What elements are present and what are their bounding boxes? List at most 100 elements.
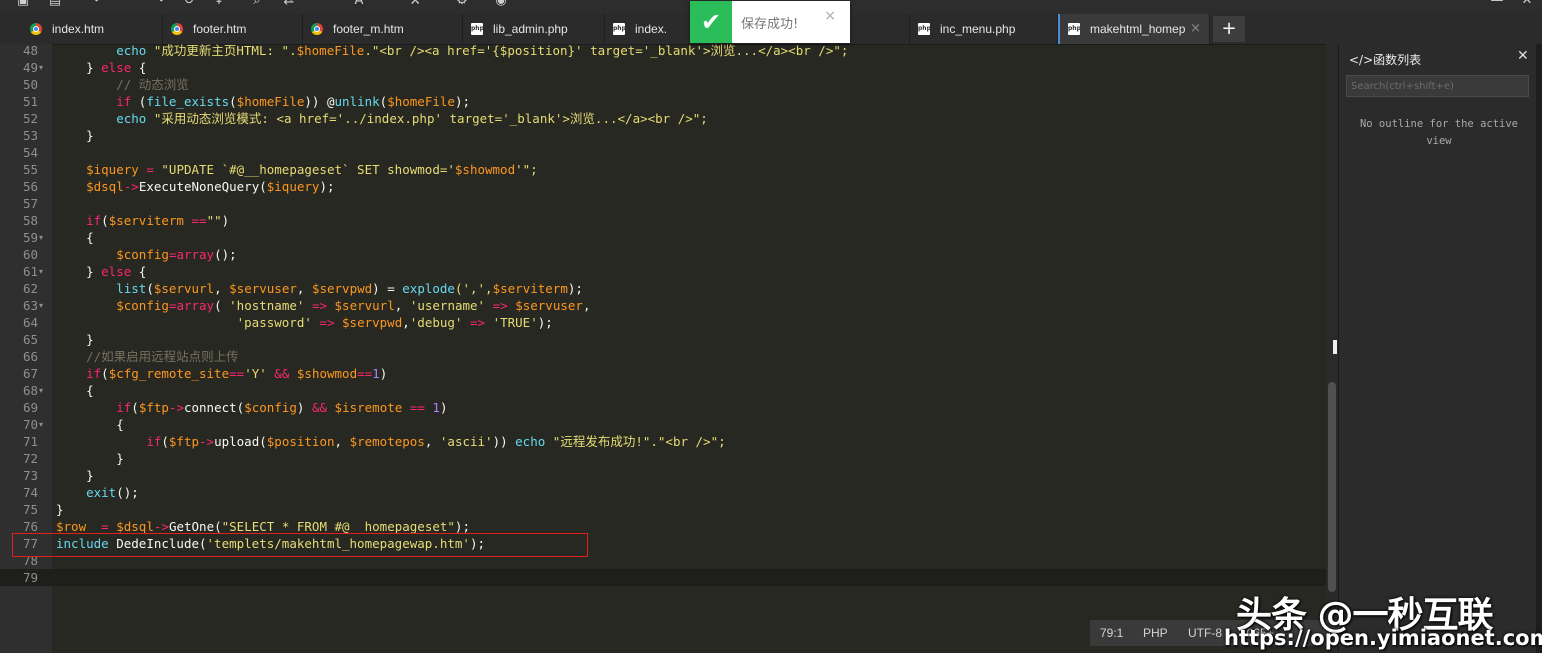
function-list-close-icon[interactable]: ✕ bbox=[1517, 48, 1529, 64]
php-icon: php bbox=[471, 23, 484, 35]
code-line[interactable]: if($serviterm =="") bbox=[56, 212, 229, 229]
code-token: $remotepos bbox=[349, 434, 425, 449]
code-token: echo bbox=[515, 434, 553, 449]
code-token: "远程发布成功!"."<br />"; bbox=[552, 434, 726, 449]
code-line[interactable]: 'password' => $servpwd,'debug' => 'TRUE'… bbox=[56, 314, 553, 331]
line-number: 57 bbox=[22, 196, 38, 211]
code-line[interactable]: if($cfg_remote_site=='Y' && $showmod==1) bbox=[56, 365, 387, 382]
cursor-position[interactable]: 79:1 bbox=[1100, 626, 1123, 640]
refresh-icon[interactable]: ↻ bbox=[182, 0, 196, 8]
code-token: $showmod bbox=[454, 162, 516, 177]
fold-toggle-icon[interactable]: ▾ bbox=[39, 229, 49, 246]
tab-lib-admin-php[interactable]: php lib_admin.php bbox=[463, 14, 605, 44]
replace-icon[interactable]: ⇄ bbox=[282, 0, 296, 8]
fold-toggle-icon[interactable]: ▾ bbox=[39, 297, 49, 314]
toast-close-icon[interactable]: × bbox=[824, 8, 836, 24]
line-number: 58 bbox=[22, 213, 38, 228]
code-line[interactable]: if($ftp->connect($config) && $isremote =… bbox=[56, 399, 447, 416]
tab-makehtml-homep[interactable]: php makehtml_homep × bbox=[1058, 14, 1210, 44]
code-token: $config bbox=[116, 247, 169, 262]
tab-close-icon[interactable]: × bbox=[1190, 21, 1201, 36]
line-number: 52 bbox=[22, 111, 38, 126]
code-token: $isremote bbox=[334, 400, 403, 415]
minimize-icon[interactable]: — bbox=[1490, 0, 1504, 8]
code-token: } bbox=[56, 502, 64, 517]
code-token: ); bbox=[537, 315, 553, 330]
tab-footer-htm[interactable]: footer.htm bbox=[163, 14, 303, 44]
code-editor[interactable]: echo "成功更新主页HTML: ".$homeFile."<br /><a … bbox=[52, 42, 1327, 653]
scrollbar-thumb[interactable] bbox=[1328, 382, 1336, 592]
undo-icon[interactable]: ↶ bbox=[92, 0, 106, 8]
code-line[interactable]: { bbox=[56, 382, 94, 399]
fold-toggle-icon[interactable]: ▾ bbox=[39, 382, 49, 399]
tab-index-htm[interactable]: index.htm bbox=[22, 14, 163, 44]
code-line[interactable]: } bbox=[56, 127, 94, 144]
code-token: else bbox=[101, 264, 132, 279]
code-token: connect( bbox=[183, 400, 245, 415]
settings-icon[interactable]: ⚙ bbox=[455, 0, 469, 8]
find-icon[interactable]: ⌕ bbox=[250, 0, 264, 8]
language-mode[interactable]: PHP bbox=[1143, 626, 1168, 640]
fold-toggle-icon[interactable]: ▾ bbox=[39, 263, 49, 280]
fold-toggle-icon[interactable]: ▾ bbox=[39, 416, 49, 433]
code-line[interactable]: } else { bbox=[56, 263, 146, 280]
code-line[interactable]: if($ftp->upload($position, $remotepos, '… bbox=[56, 433, 726, 450]
new-tab-button[interactable]: + bbox=[1213, 16, 1245, 42]
code-line[interactable]: } else { bbox=[56, 59, 146, 76]
code-token: -> bbox=[168, 400, 184, 415]
save-icon[interactable]: ▣ bbox=[16, 0, 30, 8]
code-token: ) bbox=[439, 400, 448, 415]
close-icon[interactable]: ✕ bbox=[1520, 0, 1534, 8]
tab-footer-m-htm[interactable]: footer_m.htm bbox=[303, 14, 463, 44]
save-success-toast: ✔ 保存成功! × bbox=[690, 1, 850, 43]
function-search-input[interactable] bbox=[1346, 75, 1529, 97]
code-token: 1 bbox=[432, 400, 440, 415]
line-number: 75 bbox=[22, 502, 38, 517]
code-line[interactable]: $config=array( 'hostname' => $servurl, '… bbox=[56, 297, 590, 314]
code-line[interactable]: // 动态浏览 bbox=[56, 76, 189, 93]
code-token: $homeFile bbox=[236, 94, 305, 109]
palette-icon[interactable]: ◉ bbox=[494, 0, 508, 8]
save-all-icon[interactable]: ▤ bbox=[48, 0, 62, 8]
code-line[interactable]: echo "采用动态浏览模式: <a href='../index.php' t… bbox=[56, 110, 708, 127]
code-line[interactable]: echo "成功更新主页HTML: ".$homeFile."<br /><a … bbox=[56, 42, 848, 59]
code-line[interactable]: $iquery = "UPDATE `#@__homepageset` SET … bbox=[56, 161, 538, 178]
code-token: 1 bbox=[372, 366, 380, 381]
code-line[interactable]: $config=array(); bbox=[56, 246, 236, 263]
code-line[interactable]: if (file_exists($homeFile)) @unlink($hom… bbox=[56, 93, 470, 110]
fold-toggle-icon[interactable]: ▾ bbox=[39, 59, 49, 76]
code-line[interactable]: } bbox=[56, 450, 124, 467]
code-line[interactable]: } bbox=[56, 331, 94, 348]
code-token: echo bbox=[116, 43, 154, 58]
code-token: = bbox=[146, 162, 154, 177]
line-number: 48 bbox=[22, 43, 38, 58]
code-token: $showmod bbox=[296, 366, 358, 381]
code-line[interactable]: $dsql->ExecuteNoneQuery($iquery); bbox=[56, 178, 334, 195]
code-line[interactable]: //如果启用远程站点则上传 bbox=[56, 348, 239, 365]
code-token: "UPDATE `#@__homepageset` SET showmod=' bbox=[161, 162, 455, 177]
redo-icon[interactable]: ↷ bbox=[152, 0, 166, 8]
code-line[interactable]: } bbox=[56, 501, 64, 518]
code-line[interactable]: { bbox=[56, 416, 124, 433]
code-token: $dsql bbox=[86, 179, 124, 194]
code-token: explode bbox=[402, 281, 455, 296]
tab-inc-menu-php[interactable]: php inc_menu.php bbox=[910, 14, 1058, 44]
file-encoding[interactable]: UTF-8 bbox=[1188, 626, 1222, 640]
code-line[interactable]: list($servurl, $servuser, $servpwd) = ex… bbox=[56, 280, 583, 297]
code-token: 'ascii' bbox=[439, 434, 493, 449]
code-line[interactable]: } bbox=[56, 467, 94, 484]
code-token: => bbox=[469, 315, 486, 330]
pin-icon[interactable]: ⇞ bbox=[212, 0, 226, 8]
code-token: ( bbox=[146, 281, 154, 296]
code-token: -> bbox=[153, 519, 169, 534]
tools-icon[interactable]: ⚒ bbox=[408, 0, 422, 8]
font-icon[interactable]: A bbox=[352, 0, 366, 8]
code-line[interactable]: { bbox=[56, 229, 94, 246]
code-token: 'username' bbox=[409, 298, 486, 313]
code-line[interactable]: exit(); bbox=[56, 484, 139, 501]
line-number: 55 bbox=[22, 162, 38, 177]
